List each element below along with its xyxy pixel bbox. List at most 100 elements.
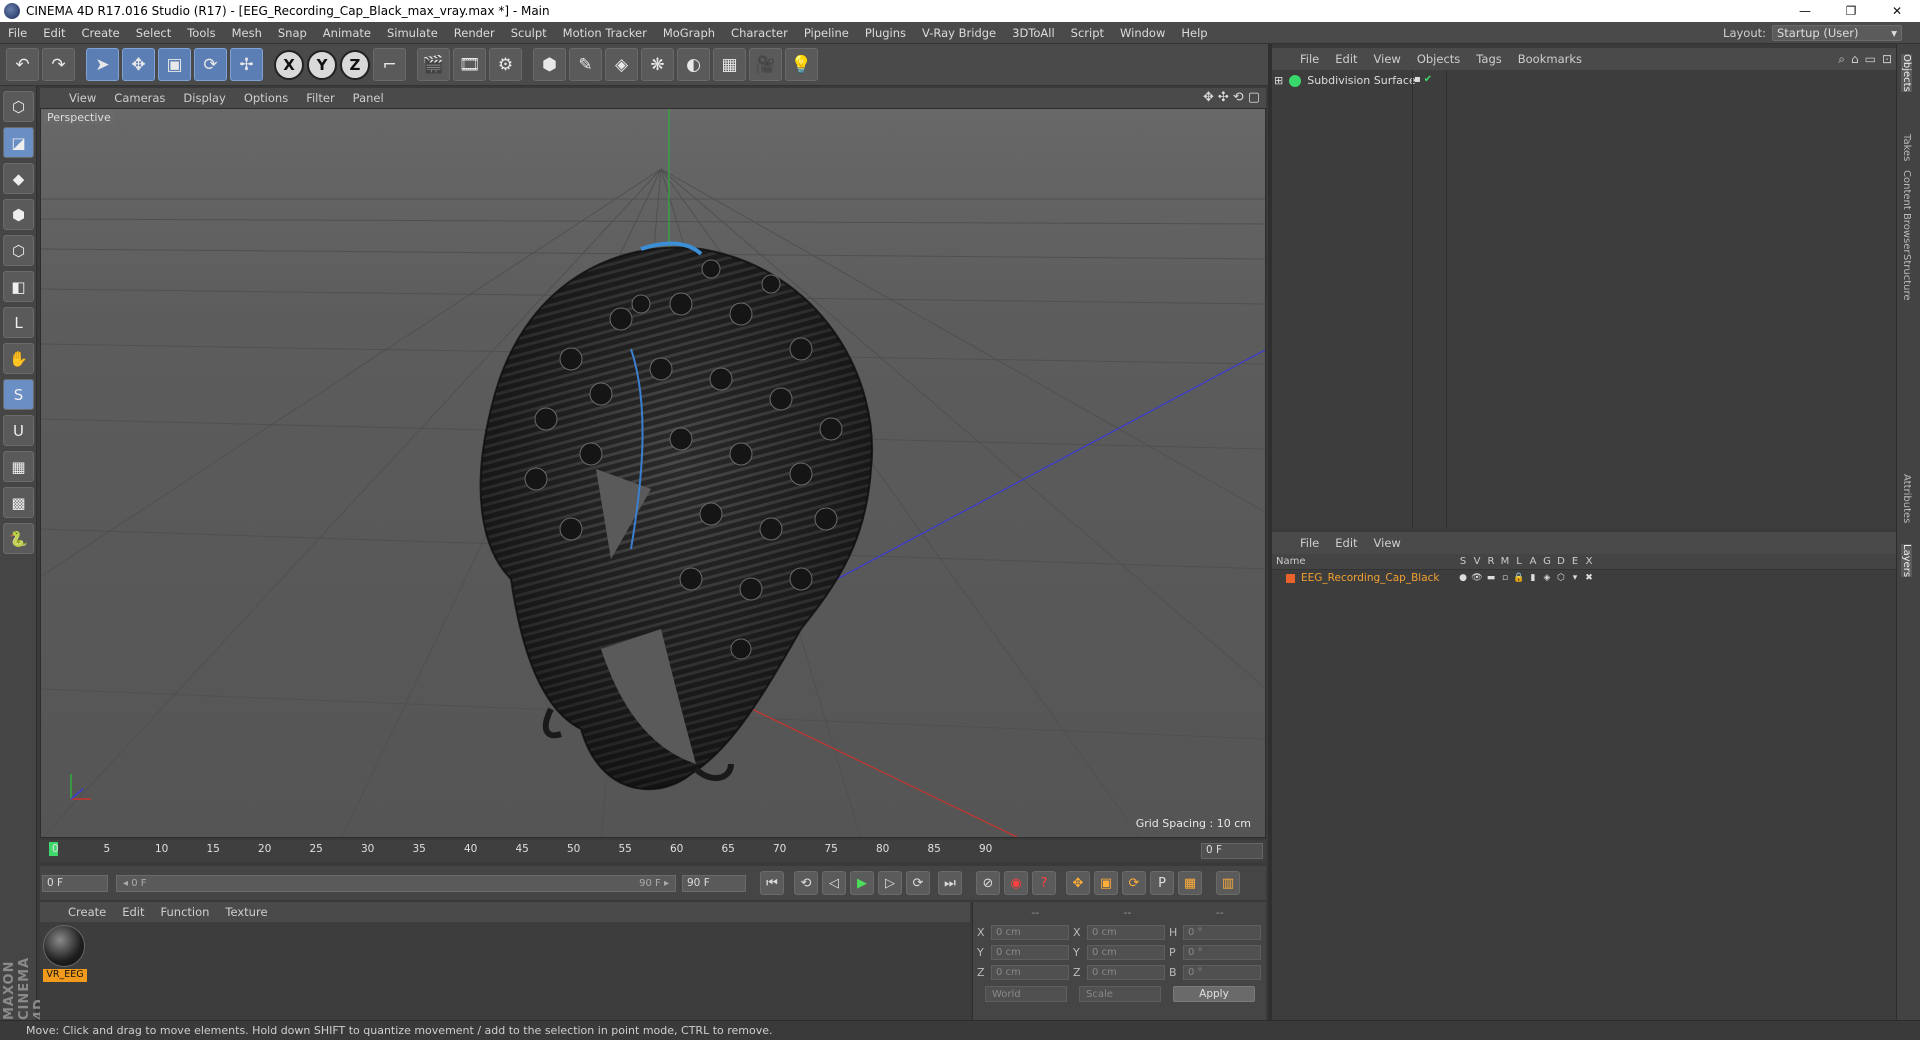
add-cube-button[interactable]: ⬢ — [533, 48, 566, 81]
timeline-ruler[interactable]: 0 F 0 5 10 15 20 25 30 35 40 45 50 55 60 65 70 75 80 85 90 — [40, 840, 1266, 862]
menu-simulate[interactable]: Simulate — [379, 26, 446, 40]
size-field[interactable]: 0 cm — [1087, 924, 1165, 940]
edges-mode-icon[interactable]: ◧ — [3, 271, 34, 302]
menu-window[interactable]: Window — [1112, 26, 1173, 40]
play-button[interactable]: ▶ — [850, 871, 874, 895]
menu-create[interactable]: Create — [74, 26, 128, 40]
layer-flag-toggle-icon[interactable]: ▮ — [1526, 573, 1540, 583]
redo-button[interactable]: ↷ — [42, 48, 75, 81]
object-row-subdivision-surface[interactable]: ⊞ Subdivision Surface — [1274, 74, 1416, 87]
close-button[interactable]: ✕ — [1874, 0, 1920, 22]
y-axis-lock-button[interactable]: Y — [307, 49, 337, 80]
undo-button[interactable]: ↶ — [6, 48, 39, 81]
object-menu-file[interactable]: File — [1292, 52, 1327, 66]
viewport-menu-filter[interactable]: Filter — [297, 91, 343, 105]
timeline-window-button[interactable]: ▥ — [1216, 871, 1240, 895]
current-frame-field[interactable]: 0 F — [1201, 843, 1263, 859]
z-axis-lock-button[interactable]: Z — [340, 49, 370, 80]
layer-flag-toggle-icon[interactable]: 🔒 — [1512, 573, 1526, 583]
size-field[interactable]: 0 cm — [1087, 944, 1165, 960]
layer-flag-toggle-icon[interactable]: 👁 — [1470, 573, 1484, 583]
minimize-button[interactable]: — — [1782, 0, 1828, 22]
goto-prev-key-button[interactable]: ⟲ — [794, 871, 818, 895]
position-field[interactable]: 0 cm — [991, 944, 1069, 960]
home-icon[interactable]: ⌂ — [1851, 52, 1859, 67]
workplane-mode-icon[interactable]: ⬢ — [3, 199, 34, 230]
material-menu-function[interactable]: Function — [153, 905, 218, 919]
material-menu-edit[interactable]: Edit — [114, 905, 152, 919]
layer-menu-edit[interactable]: Edit — [1327, 536, 1365, 550]
autokey-button[interactable]: ◉ — [1004, 871, 1028, 895]
add-spline-pen-button[interactable]: ✎ — [569, 48, 602, 81]
menu-pipeline[interactable]: Pipeline — [796, 26, 857, 40]
menu-mograph[interactable]: MoGraph — [655, 26, 723, 40]
model-mode-icon[interactable]: ◪ — [3, 127, 34, 158]
add-array-button[interactable]: ❋ — [641, 48, 674, 81]
apply-button[interactable]: Apply — [1173, 986, 1255, 1002]
menu-plugins[interactable]: Plugins — [857, 26, 914, 40]
viewport-menu-cameras[interactable]: Cameras — [105, 91, 174, 105]
snap-icon[interactable]: U — [3, 415, 34, 446]
texture-mode-icon[interactable]: ◆ — [3, 163, 34, 194]
layer-flag-toggle-icon[interactable]: ✖ — [1582, 573, 1596, 583]
add-deformer-button[interactable]: ◐ — [677, 48, 710, 81]
goto-next-key-button[interactable]: ⟳ — [906, 871, 930, 895]
object-menu-objects[interactable]: Objects — [1409, 52, 1468, 66]
render-settings-button[interactable]: ⚙ — [489, 48, 522, 81]
record-keyframes-button[interactable]: ⊘ — [976, 871, 1000, 895]
collapse-icon[interactable]: ▭ — [1865, 52, 1876, 67]
axis-mode-icon[interactable]: ✋ — [3, 343, 34, 374]
rotation-field[interactable]: 0 ° — [1183, 964, 1261, 980]
parameter-key-button[interactable]: P — [1150, 871, 1174, 895]
material-menu-texture[interactable]: Texture — [217, 905, 275, 919]
render-view-button[interactable]: 🎬 — [417, 48, 450, 81]
prev-frame-button[interactable]: ◁ — [822, 871, 846, 895]
uv-mode-icon[interactable]: ▦ — [3, 451, 34, 482]
goto-end-button[interactable]: ⏭ — [938, 871, 962, 895]
material-menu-create[interactable]: Create — [60, 905, 114, 919]
coordinate-space-dropdown[interactable]: World — [985, 986, 1067, 1002]
layer-flag-toggle-icon[interactable]: ◈ — [1540, 573, 1554, 583]
vtab-objects[interactable]: Objects — [1901, 54, 1912, 92]
dolly-view-icon[interactable]: ✣ — [1218, 90, 1229, 105]
pla-key-button[interactable]: ▦ — [1178, 871, 1202, 895]
menu-snap[interactable]: Snap — [270, 26, 315, 40]
add-floor-button[interactable]: ▦ — [713, 48, 746, 81]
menu-animate[interactable]: Animate — [315, 26, 379, 40]
viewport-menu-panel[interactable]: Panel — [344, 91, 393, 105]
viewport-menu-options[interactable]: Options — [235, 91, 297, 105]
goto-start-button[interactable]: ⏮ — [760, 871, 784, 895]
position-field[interactable]: 0 cm — [991, 964, 1069, 980]
menu-mesh[interactable]: Mesh — [224, 26, 270, 40]
size-field[interactable]: 0 cm — [1087, 964, 1165, 980]
make-editable-icon[interactable]: ⬡ — [3, 91, 34, 122]
layer-flag-toggle-icon[interactable]: ● — [1456, 573, 1470, 583]
object-menu-tags[interactable]: Tags — [1468, 52, 1509, 66]
move-tool-button[interactable]: ✥ — [122, 48, 155, 81]
vtab-attributes[interactable]: Attributes — [1901, 474, 1912, 523]
vtab-layers[interactable]: Layers — [1901, 544, 1912, 578]
rotate-tool-button[interactable]: ⟳ — [194, 48, 227, 81]
layer-menu-file[interactable]: File — [1292, 536, 1327, 550]
preview-range-slider[interactable]: ◂ 0 F 90 F ▸ — [116, 874, 676, 892]
expand-toggle-icon[interactable]: ⊞ — [1274, 74, 1283, 87]
viewport-camera-label[interactable]: Perspective — [44, 111, 114, 124]
rotation-field[interactable]: 0 ° — [1183, 944, 1261, 960]
maximize-view-icon[interactable]: ▢ — [1248, 90, 1260, 105]
visibility-toggle-icon[interactable]: ▪ — [1414, 74, 1421, 85]
object-menu-edit[interactable]: Edit — [1327, 52, 1365, 66]
viewport-menu-display[interactable]: Display — [174, 91, 234, 105]
restore-button[interactable]: ❐ — [1828, 0, 1874, 22]
menu-script[interactable]: Script — [1063, 26, 1112, 40]
menu-sculpt[interactable]: Sculpt — [503, 26, 555, 40]
add-camera-button[interactable]: 🎥 — [749, 48, 782, 81]
object-menu-bookmarks[interactable]: Bookmarks — [1510, 52, 1590, 66]
recent-tool-button[interactable]: ✢ — [230, 48, 263, 81]
menu-character[interactable]: Character — [723, 26, 796, 40]
menu-edit[interactable]: Edit — [35, 26, 73, 40]
python-icon[interactable]: 🐍 — [3, 523, 34, 554]
layer-flag-toggle-icon[interactable]: ▾ — [1568, 573, 1582, 583]
keyframe-selection-button[interactable]: ? — [1032, 871, 1056, 895]
menu-render[interactable]: Render — [446, 26, 503, 40]
tweak-mode-icon[interactable]: S — [3, 379, 34, 410]
